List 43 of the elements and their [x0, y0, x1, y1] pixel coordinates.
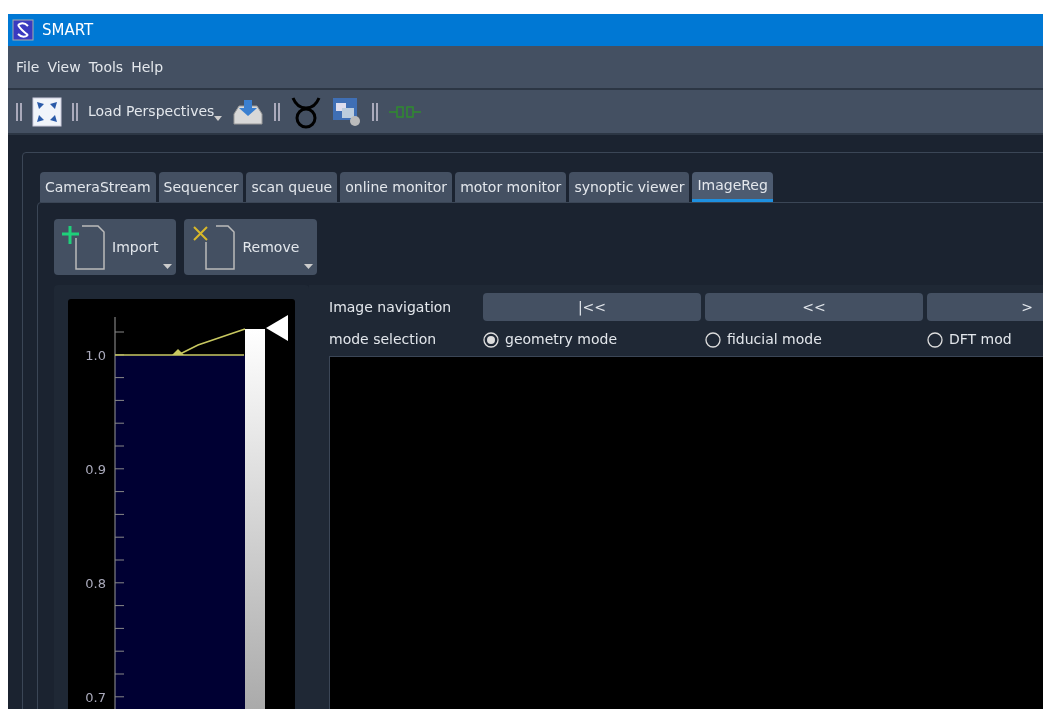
tab[interactable]: online monitor: [340, 172, 453, 202]
navigation-button[interactable]: <<: [705, 293, 923, 321]
axis-label: 0.9: [85, 462, 106, 477]
field-label: mode selection: [329, 330, 438, 349]
windows-icon[interactable]: [332, 96, 363, 127]
tab[interactable]: CameraStream: [40, 172, 156, 202]
fullscreen-icon[interactable]: [32, 96, 62, 127]
toolbar-handle[interactable]: [372, 102, 379, 121]
caret-icon: [214, 116, 223, 122]
navigation-button[interactable]: >: [927, 293, 1043, 321]
caret-icon: [163, 264, 173, 269]
action-button[interactable]: Remove: [184, 219, 318, 275]
menu-item[interactable]: Help: [131, 56, 164, 78]
add-file-icon: [62, 224, 106, 270]
tab[interactable]: motor monitor: [455, 172, 567, 202]
menu-item[interactable]: Tools: [88, 56, 124, 78]
app-logo-icon: [12, 19, 34, 41]
axis-label: 1.0: [85, 348, 106, 363]
axis-label: 0.7: [85, 690, 106, 705]
tab[interactable]: synoptic viewer: [569, 172, 690, 202]
window-title: SMART: [42, 19, 94, 41]
inbox-download-icon[interactable]: [232, 97, 265, 126]
toolbar-handle[interactable]: [274, 102, 281, 121]
field-label: Image navigation: [329, 297, 453, 317]
menu-item[interactable]: File: [16, 56, 40, 78]
tab[interactable]: ImageReg: [692, 172, 773, 202]
histogram-drawing[interactable]: 1.0 0.9 0.8 0.7: [68, 299, 295, 709]
remove-file-icon: [192, 224, 237, 270]
axis-label: 0.8: [85, 576, 106, 591]
navigation-button[interactable]: |<<: [483, 293, 701, 321]
action-button[interactable]: Import: [54, 219, 177, 275]
slider-handle[interactable]: [266, 315, 288, 341]
toolbar-handle[interactable]: [16, 102, 22, 121]
menu-item[interactable]: View: [47, 56, 81, 78]
toolbar-handle[interactable]: [72, 102, 78, 121]
load-perspectives-button[interactable]: Load Perspectives: [88, 101, 223, 122]
radio-option[interactable]: geometry mode: [483, 329, 701, 350]
tab[interactable]: Sequencer: [158, 172, 244, 202]
caret-icon: [304, 264, 314, 269]
tab[interactable]: scan queue: [246, 172, 338, 202]
radio-option[interactable]: fiducial mode: [705, 329, 923, 350]
radio-option[interactable]: DFT mod: [927, 329, 1043, 350]
curve-line[interactable]: [114, 328, 246, 356]
